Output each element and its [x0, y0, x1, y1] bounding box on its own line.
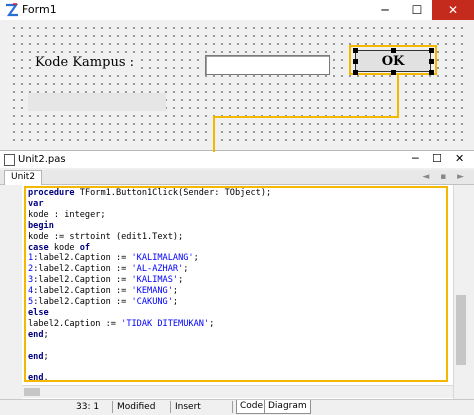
code-line[interactable]: end;: [28, 352, 271, 363]
modified-status: Modified: [117, 402, 156, 412]
editor-close-button[interactable]: ✕: [455, 152, 464, 168]
resize-handle-e[interactable]: [429, 59, 434, 64]
editor-minimize-button[interactable]: ─: [412, 152, 419, 168]
editor-window: Unit2.pas ─ ☐ ✕ Unit2 ◄ ▪ ► procedure TF…: [0, 152, 474, 415]
code-line[interactable]: 2:label2.Caption := 'AL-AZHAR';: [28, 264, 271, 275]
editor-title: Unit2.pas: [18, 154, 66, 165]
code-line[interactable]: 1:label2.Caption := 'KALIMALANG';: [28, 253, 271, 264]
form-window: Form1 ─ ☐ ✕ Kode Kampus : OK: [0, 0, 474, 151]
ok-button[interactable]: OK: [355, 50, 431, 72]
code-line[interactable]: kode := strtoint (edit1.Text);: [28, 232, 271, 243]
tab-navigation-arrows[interactable]: ◄ ▪ ►: [422, 170, 468, 184]
editor-tabbar: Unit2 ◄ ▪ ►: [0, 170, 474, 185]
horizontal-scroll-thumb[interactable]: [24, 388, 40, 396]
code-line[interactable]: kode : integer;: [28, 210, 271, 221]
close-button[interactable]: ✕: [432, 0, 474, 20]
resize-handle-nw[interactable]: [353, 48, 358, 53]
maximize-button[interactable]: ☐: [402, 0, 432, 20]
status-separator: [170, 401, 171, 413]
status-bar: 33: 1 Modified Insert Code Diagram: [0, 399, 474, 415]
code-line[interactable]: end;: [28, 330, 271, 341]
resize-handle-w[interactable]: [353, 59, 358, 64]
cursor-position: 33: 1: [76, 402, 100, 412]
code-line[interactable]: label2.Caption := 'TIDAK DITEMUKAN';: [28, 319, 271, 330]
resize-handle-n[interactable]: [391, 48, 396, 53]
file-icon: [4, 154, 15, 166]
insert-mode-status: Insert: [175, 402, 201, 412]
code-line[interactable]: begin: [28, 221, 271, 232]
kode-kampus-edit[interactable]: [205, 55, 330, 75]
editor-gutter: [0, 185, 23, 400]
connector-vertical-1: [397, 75, 399, 118]
status-separator: [112, 401, 113, 413]
code-line[interactable]: 4:label2.Caption := 'KEMANG';: [28, 286, 271, 297]
tab-code[interactable]: Code: [236, 400, 268, 414]
source-code[interactable]: procedure TForm1.Button1Click(Sender: TO…: [28, 188, 271, 384]
resize-handle-se[interactable]: [429, 70, 434, 75]
form-title: Form1: [22, 3, 57, 16]
form-titlebar[interactable]: Form1 ─ ☐ ✕: [0, 0, 474, 20]
horizontal-scrollbar[interactable]: [22, 385, 453, 398]
status-separator: [232, 401, 233, 413]
label2-placeholder[interactable]: [28, 93, 166, 111]
kode-kampus-label: Kode Kampus :: [33, 55, 137, 70]
tab-diagram[interactable]: Diagram: [264, 400, 311, 414]
delphi-app-icon: [6, 3, 19, 17]
code-line[interactable]: [28, 341, 271, 352]
resize-handle-ne[interactable]: [429, 48, 434, 53]
vertical-scroll-thumb[interactable]: [456, 295, 466, 365]
connector-horizontal: [213, 116, 399, 118]
code-line[interactable]: else: [28, 308, 271, 319]
minimize-button[interactable]: ─: [370, 0, 400, 20]
code-line[interactable]: [28, 363, 271, 374]
code-line[interactable]: 5:label2.Caption := 'CAKUNG';: [28, 297, 271, 308]
resize-handle-sw[interactable]: [353, 70, 358, 75]
code-line[interactable]: end.: [28, 373, 271, 384]
form-design-grid[interactable]: [8, 22, 468, 146]
resize-handle-s[interactable]: [391, 70, 396, 75]
editor-titlebar[interactable]: Unit2.pas ─ ☐ ✕: [0, 152, 474, 168]
code-line[interactable]: procedure TForm1.Button1Click(Sender: TO…: [28, 188, 271, 199]
vertical-scrollbar[interactable]: [453, 185, 468, 400]
code-line[interactable]: 3:label2.Caption := 'KALIMAS';: [28, 275, 271, 286]
editor-maximize-button[interactable]: ☐: [432, 152, 442, 168]
tab-unit2[interactable]: Unit2: [4, 170, 43, 185]
code-line[interactable]: var: [28, 199, 271, 210]
code-line[interactable]: case kode of: [28, 243, 271, 254]
